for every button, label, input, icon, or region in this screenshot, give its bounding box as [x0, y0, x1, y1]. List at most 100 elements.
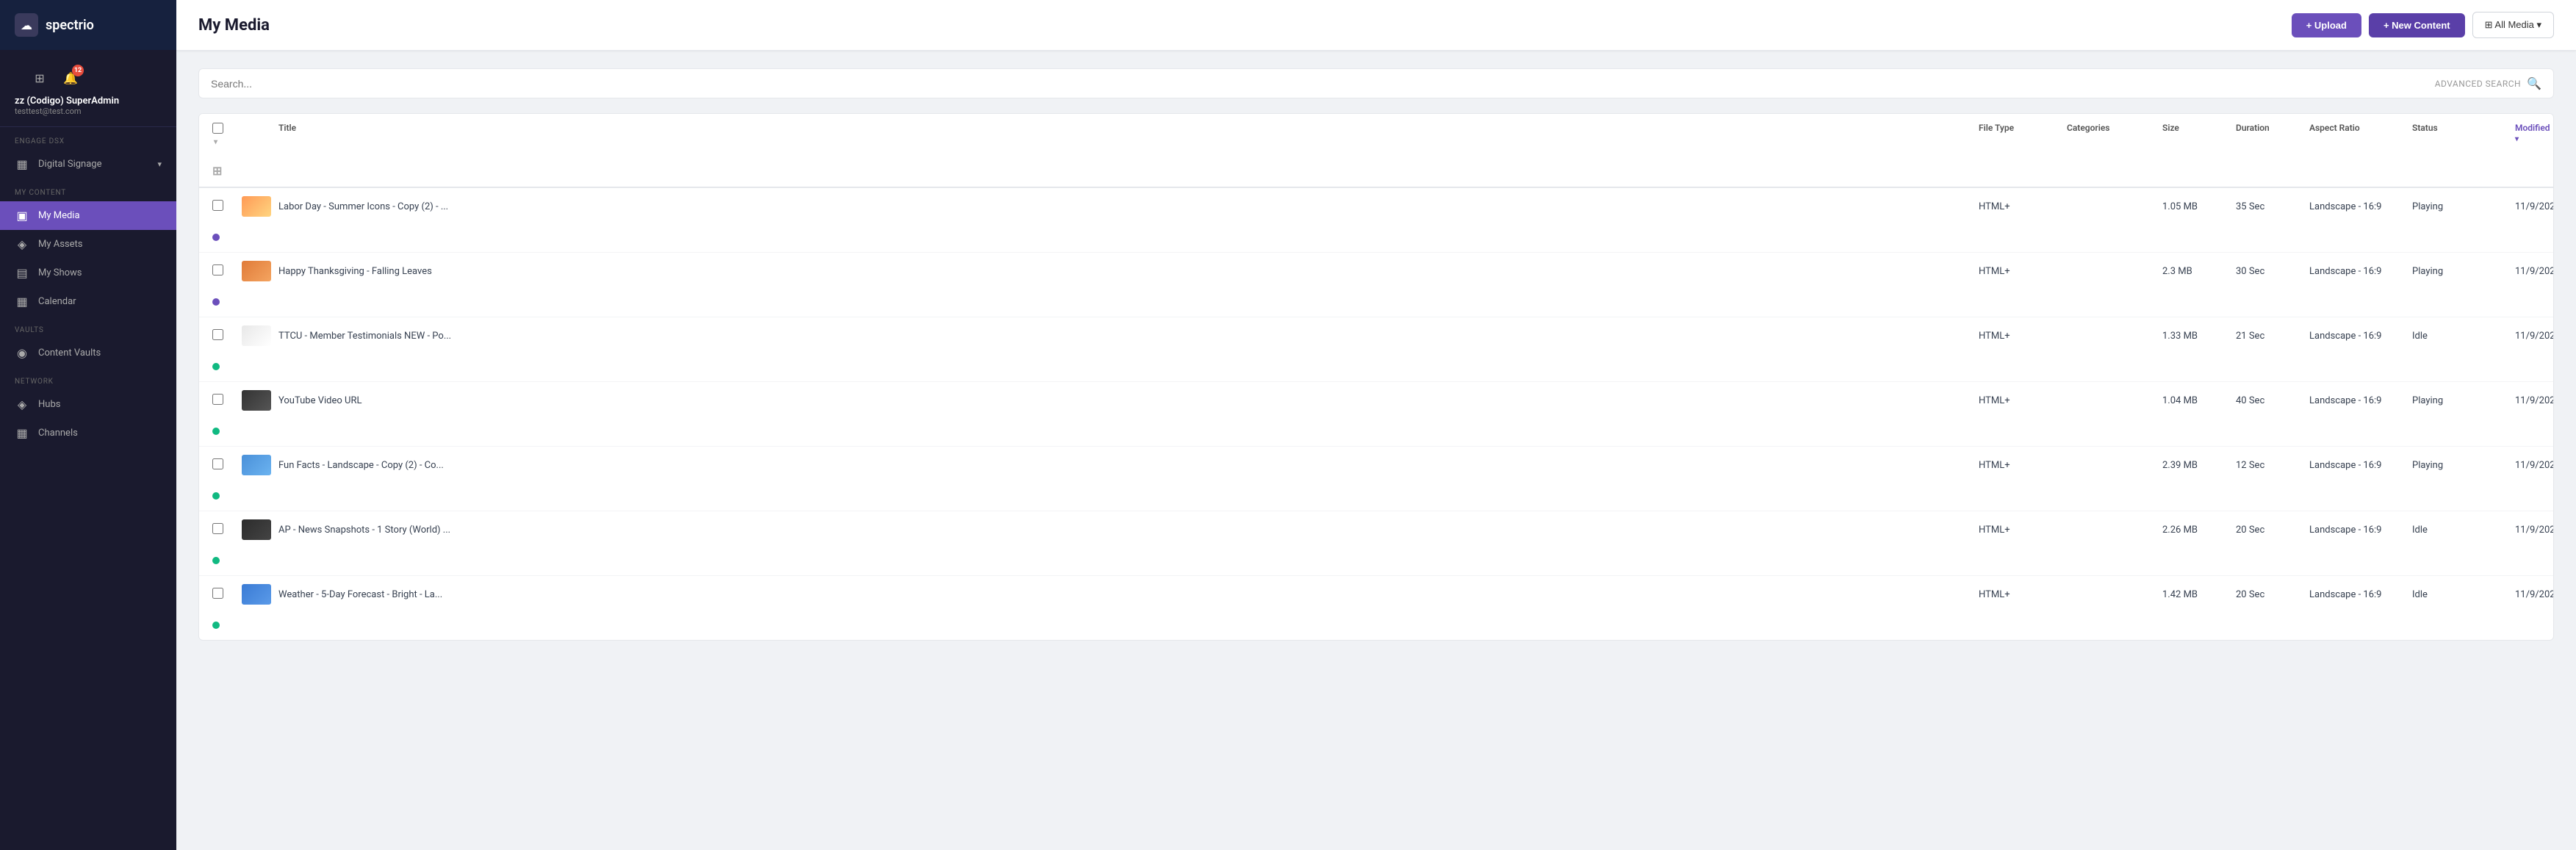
- row-thumb-1: [236, 253, 273, 289]
- row-filetype-6: HTML+: [1973, 581, 2061, 608]
- sidebar-item-label-hubs: Hubs: [38, 399, 60, 410]
- sidebar-item-digital-signage[interactable]: ▦ Digital Signage ▾: [0, 150, 176, 179]
- sidebar-logo: ☁ spectrio: [0, 0, 176, 50]
- th-size[interactable]: Size: [2156, 114, 2230, 155]
- row-title-3[interactable]: YouTube Video URL: [273, 387, 1973, 414]
- row-select-3[interactable]: [212, 394, 223, 405]
- row-duration-3: 40 Sec: [2230, 387, 2303, 414]
- row-size-2: 1.33 MB: [2156, 323, 2230, 350]
- row-duration-4: 12 Sec: [2230, 452, 2303, 479]
- notifications-button[interactable]: 🔔 12: [60, 68, 81, 88]
- table-body: Labor Day - Summer Icons - Copy (2) - ..…: [199, 188, 2553, 640]
- row-checkbox-6[interactable]: [206, 580, 236, 610]
- row-title-5[interactable]: AP - News Snapshots - 1 Story (World) ..…: [273, 516, 1973, 544]
- row-title-6[interactable]: Weather - 5-Day Forecast - Bright - La..…: [273, 581, 1973, 608]
- status-dot-0: [212, 234, 220, 241]
- thumb-img-4: [242, 455, 271, 475]
- row-dot-6[interactable]: [206, 613, 236, 640]
- row-categories-4: [2061, 457, 2156, 473]
- sidebar-item-channels[interactable]: ▦ Channels: [0, 419, 176, 447]
- thumb-img-1: [242, 261, 271, 281]
- thumb-img-0: [242, 196, 271, 217]
- th-status[interactable]: Status: [2406, 114, 2509, 155]
- th-checkbox[interactable]: ▾: [206, 114, 236, 155]
- th-modified[interactable]: Modified ▾: [2509, 114, 2546, 155]
- row-dot-0[interactable]: [206, 225, 236, 252]
- row-modified-3: 11/9/2021: [2509, 387, 2546, 414]
- row-dot-4[interactable]: [206, 483, 236, 511]
- search-icon[interactable]: 🔍: [2527, 76, 2541, 90]
- th-aspect[interactable]: Aspect Ratio: [2303, 114, 2406, 155]
- row-aspect-5: Landscape - 16:9: [2303, 516, 2406, 544]
- row-thumb-5: [236, 511, 273, 548]
- sidebar-item-my-shows[interactable]: ▤ My Shows: [0, 259, 176, 287]
- row-title-0[interactable]: Labor Day - Summer Icons - Copy (2) - ..…: [273, 193, 1973, 220]
- thumb-img-5: [242, 519, 271, 540]
- content-area: ADVANCED SEARCH 🔍 ▾ Title File Type Cate…: [176, 51, 2576, 850]
- th-filetype[interactable]: File Type: [1973, 114, 2061, 155]
- row-filetype-2: HTML+: [1973, 323, 2061, 350]
- row-dot-5[interactable]: [206, 548, 236, 575]
- digital-signage-icon: ▦: [15, 157, 29, 171]
- sidebar-item-calendar[interactable]: ▦ Calendar: [0, 287, 176, 316]
- row-categories-2: [2061, 328, 2156, 344]
- sidebar-item-my-assets[interactable]: ◈ My Assets: [0, 230, 176, 259]
- my-assets-icon: ◈: [15, 237, 29, 251]
- table-row: Happy Thanksgiving - Falling Leaves HTML…: [199, 253, 2553, 317]
- sidebar-item-label-my-media: My Media: [38, 210, 80, 221]
- th-categories[interactable]: Categories: [2061, 114, 2156, 155]
- row-status-6: Idle: [2406, 581, 2509, 608]
- row-select-1[interactable]: [212, 264, 223, 275]
- sidebar-item-label-channels: Channels: [38, 428, 78, 439]
- row-checkbox-5[interactable]: [206, 515, 236, 545]
- row-title-1[interactable]: Happy Thanksgiving - Falling Leaves: [273, 258, 1973, 285]
- row-thumb-4: [236, 447, 273, 483]
- row-select-2[interactable]: [212, 329, 223, 340]
- row-select-0[interactable]: [212, 200, 223, 211]
- sidebar-item-hubs[interactable]: ◈ Hubs: [0, 390, 176, 419]
- table-row: TTCU - Member Testimonials NEW - Po... H…: [199, 317, 2553, 382]
- row-dot-1[interactable]: [206, 289, 236, 317]
- status-dot-6: [212, 622, 220, 629]
- row-checkbox-4[interactable]: [206, 450, 236, 480]
- row-categories-1: [2061, 263, 2156, 279]
- status-dot-4: [212, 492, 220, 500]
- row-checkbox-2[interactable]: [206, 321, 236, 351]
- th-duration[interactable]: Duration: [2230, 114, 2303, 155]
- table-row: Weather - 5-Day Forecast - Bright - La..…: [199, 576, 2553, 640]
- all-media-button[interactable]: ⊞ All Media ▾: [2472, 12, 2554, 38]
- th-title[interactable]: Title: [273, 114, 1973, 155]
- new-content-button[interactable]: + New Content: [2369, 13, 2465, 37]
- row-select-6[interactable]: [212, 588, 223, 599]
- main-content: My Media + Upload + New Content ⊞ All Me…: [176, 0, 2576, 850]
- row-select-4[interactable]: [212, 458, 223, 469]
- row-dot-2[interactable]: [206, 354, 236, 381]
- thumb-img-2: [242, 325, 271, 346]
- row-size-1: 2.3 MB: [2156, 258, 2230, 285]
- sidebar-section-my-content: My Content: [0, 179, 176, 201]
- grid-icon-button[interactable]: ⊞: [29, 68, 50, 88]
- row-checkbox-1[interactable]: [206, 256, 236, 287]
- page-title: My Media: [198, 16, 270, 35]
- select-all-checkbox[interactable]: [212, 123, 223, 134]
- search-input[interactable]: [211, 78, 2435, 90]
- sidebar-item-my-media[interactable]: ▣ My Media: [0, 201, 176, 230]
- row-modified-5: 11/9/2021: [2509, 516, 2546, 544]
- row-status-1: Playing: [2406, 258, 2509, 285]
- my-shows-icon: ▤: [15, 266, 29, 280]
- row-select-5[interactable]: [212, 523, 223, 534]
- row-size-4: 2.39 MB: [2156, 452, 2230, 479]
- select-arrow-icon[interactable]: ▾: [214, 138, 217, 146]
- upload-button[interactable]: + Upload: [2292, 13, 2361, 37]
- row-dot-3[interactable]: [206, 419, 236, 446]
- row-checkbox-0[interactable]: [206, 192, 236, 222]
- filter-icon[interactable]: ⊞: [212, 164, 222, 178]
- sidebar-item-content-vaults[interactable]: ◉ Content Vaults: [0, 339, 176, 367]
- row-filetype-4: HTML+: [1973, 452, 2061, 479]
- row-title-4[interactable]: Fun Facts - Landscape - Copy (2) - Co...: [273, 452, 1973, 479]
- row-title-2[interactable]: TTCU - Member Testimonials NEW - Po...: [273, 323, 1973, 350]
- row-checkbox-3[interactable]: [206, 386, 236, 416]
- row-size-0: 1.05 MB: [2156, 193, 2230, 220]
- header-actions: + Upload + New Content ⊞ All Media ▾: [2292, 12, 2554, 38]
- user-email: testtest@test.com: [15, 107, 162, 116]
